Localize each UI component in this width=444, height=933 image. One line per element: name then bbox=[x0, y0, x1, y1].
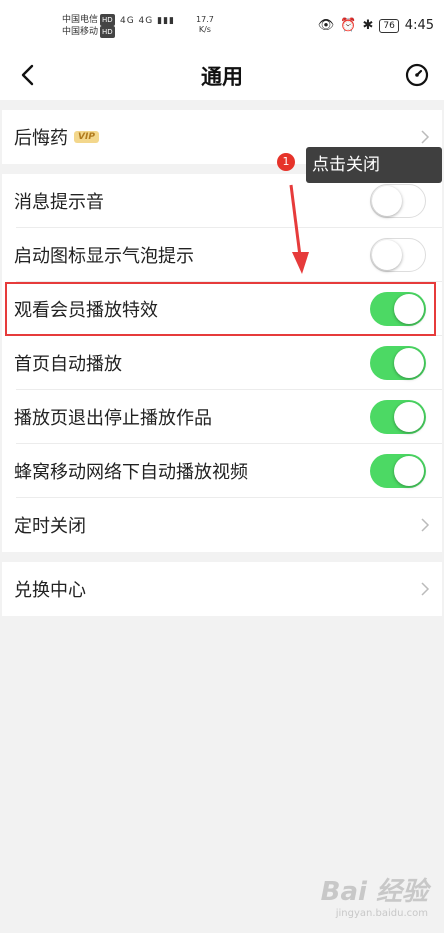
step-number-badge: 1 bbox=[277, 153, 295, 171]
settings-item-label: 首页自动播放 bbox=[14, 354, 122, 375]
clock: 4:45 bbox=[404, 18, 434, 33]
settings-item-redeem-center[interactable]: 兑换中心 bbox=[2, 562, 442, 616]
settings-item-label: 启动图标显示气泡提示 bbox=[14, 246, 194, 267]
watermark: Bai 经验 jingyan.baidu.com bbox=[320, 877, 428, 919]
carrier-info: 中国电信 HD 中国移动 HD bbox=[62, 14, 115, 38]
chevron-right-icon bbox=[421, 130, 430, 144]
settings-item-badge-bubble: 启动图标显示气泡提示 bbox=[2, 228, 442, 282]
nav-bar: 通用 bbox=[0, 50, 444, 100]
chevron-right-icon bbox=[421, 582, 430, 596]
settings-button[interactable] bbox=[402, 60, 432, 90]
tooltip-callout: 点击关闭 bbox=[306, 147, 442, 183]
toggle-knob bbox=[372, 239, 402, 270]
settings-item-stop-on-exit: 播放页退出停止播放作品 bbox=[2, 390, 442, 444]
chevron-right-icon bbox=[421, 518, 430, 532]
bluetooth-icon: ✱ bbox=[362, 18, 374, 33]
toggle-knob bbox=[372, 185, 402, 216]
page-title: 通用 bbox=[201, 65, 243, 89]
alarm-icon: ⏰ bbox=[340, 18, 357, 33]
highlight-box bbox=[5, 282, 436, 336]
settings-item-label: 后悔药 bbox=[14, 128, 68, 149]
settings-item-label: 播放页退出停止播放作品 bbox=[14, 408, 212, 429]
message-sound-toggle[interactable] bbox=[370, 184, 426, 218]
badge-bubble-toggle[interactable] bbox=[370, 238, 426, 272]
status-right: 👁 ⏰ ✱ 76 4:45 bbox=[318, 18, 434, 33]
dial-icon bbox=[405, 63, 429, 87]
battery-icon: 76 bbox=[379, 18, 399, 33]
status-bar: 中国电信 HD 中国移动 HD 4G 4G ▮▮▮ 17.7 K/s 👁 ⏰ ✱ 7… bbox=[0, 0, 444, 50]
settings-item-home-autoplay: 首页自动播放 bbox=[2, 336, 442, 390]
settings-item-timer-close[interactable]: 定时关闭 bbox=[2, 498, 442, 552]
signal-icon: 4G 4G ▮▮▮ bbox=[120, 16, 175, 26]
toggle-knob bbox=[394, 456, 424, 486]
network-speed: 17.7 K/s bbox=[196, 15, 214, 34]
settings-item-label: 定时关闭 bbox=[14, 516, 86, 537]
settings-item-label: 兑换中心 bbox=[14, 580, 86, 601]
stop-on-exit-toggle[interactable] bbox=[370, 400, 426, 434]
settings-item-label: 消息提示音 bbox=[14, 192, 104, 213]
toggle-knob bbox=[394, 402, 424, 432]
home-autoplay-toggle[interactable] bbox=[370, 346, 426, 380]
toggle-knob bbox=[394, 348, 424, 378]
cellular-autoplay-toggle[interactable] bbox=[370, 454, 426, 488]
settings-item-cellular-autoplay: 蜂窝移动网络下自动播放视频 bbox=[2, 444, 442, 498]
eye-icon: 👁 bbox=[317, 18, 335, 33]
settings-item-label: 蜂窝移动网络下自动播放视频 bbox=[14, 462, 248, 483]
vip-badge: VIP bbox=[74, 131, 99, 143]
